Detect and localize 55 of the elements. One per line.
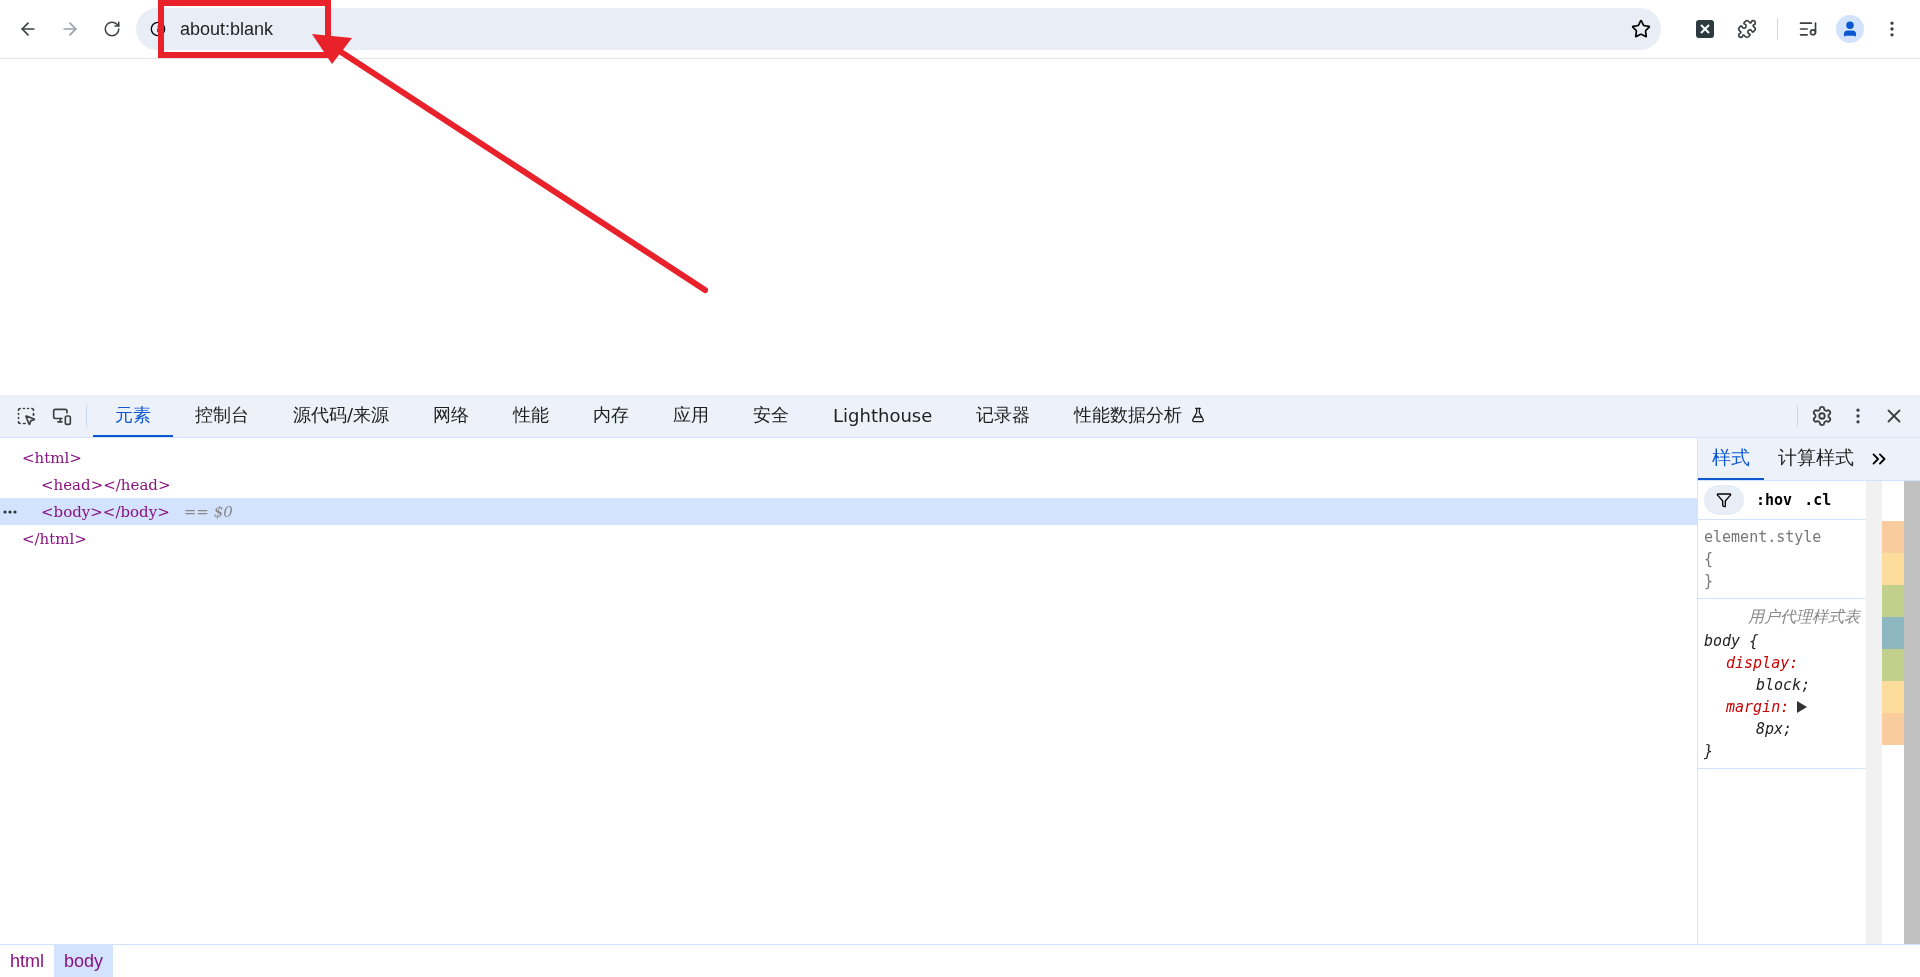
tree-row[interactable]: <head></head> xyxy=(0,471,1697,498)
breadcrumb[interactable]: body xyxy=(54,945,114,977)
devtools-tab[interactable]: 性能数据分析 xyxy=(1052,395,1229,437)
css-value: 8px; xyxy=(1755,720,1794,738)
puzzle-icon[interactable] xyxy=(1737,19,1757,39)
css-property: margin: xyxy=(1704,698,1860,716)
filter-icon xyxy=(1716,492,1732,508)
devtools-tab[interactable]: 内存 xyxy=(571,395,652,437)
selected-marker: == $0 xyxy=(183,502,233,521)
scrollbar[interactable] xyxy=(1904,481,1920,944)
html-tag: <body></body> xyxy=(41,502,170,521)
media-icon[interactable] xyxy=(1798,19,1818,39)
flask-icon xyxy=(1190,407,1207,423)
extension-icon[interactable] xyxy=(1696,20,1714,38)
profile-avatar[interactable] xyxy=(1836,15,1864,43)
css-property: display: xyxy=(1725,654,1800,672)
rule-selector: element.style xyxy=(1704,528,1823,546)
styles-tab[interactable]: 样式 xyxy=(1698,438,1764,480)
rule-selector: body { xyxy=(1704,632,1760,650)
info-icon[interactable] xyxy=(150,21,166,37)
rule-origin: 用户代理样式表 xyxy=(1748,607,1860,628)
reload-icon[interactable] xyxy=(103,20,121,38)
filter-field[interactable] xyxy=(1704,485,1744,515)
devtools-tab[interactable]: 应用 xyxy=(651,395,732,437)
html-tag: <html> xyxy=(22,448,82,467)
devtools-tab[interactable]: 控制台 xyxy=(173,395,271,437)
devtools-tab[interactable]: 网络 xyxy=(411,395,492,437)
more-icon[interactable] xyxy=(3,509,17,514)
device-toolbar-icon[interactable] xyxy=(52,406,72,426)
settings-icon[interactable] xyxy=(1811,405,1833,427)
brace: } xyxy=(1704,572,1715,590)
html-tag: <head></head> xyxy=(41,475,171,494)
person-icon xyxy=(1841,20,1859,38)
filter-toggle[interactable]: .cl xyxy=(1804,491,1832,509)
url-text: about:blank xyxy=(180,18,274,40)
scrollbar[interactable] xyxy=(1866,481,1882,944)
html-tag: </html> xyxy=(22,529,87,548)
styles-tab[interactable]: 计算样式 xyxy=(1764,438,1868,480)
devtools-tab[interactable]: Lighthouse xyxy=(811,395,955,437)
brace: } xyxy=(1704,742,1715,760)
devtools-tab[interactable]: 性能 xyxy=(491,395,572,437)
devtools-tab[interactable]: 安全 xyxy=(731,395,812,437)
address-field[interactable]: about:blank xyxy=(136,8,1661,50)
devtools-tab[interactable]: 记录器 xyxy=(954,395,1053,437)
devtools-tab[interactable]: 元素 xyxy=(93,395,173,437)
breadcrumb[interactable]: html xyxy=(0,945,54,977)
brace: { xyxy=(1704,550,1715,568)
star-icon[interactable] xyxy=(1631,19,1651,39)
css-value: block; xyxy=(1755,676,1812,694)
expand-icon[interactable] xyxy=(1797,701,1808,713)
tree-row[interactable]: <body></body> == $0 xyxy=(0,498,1697,525)
devtools-tab[interactable]: 源代码/来源 xyxy=(271,395,412,437)
tree-row[interactable]: <html> xyxy=(0,444,1697,471)
inspect-icon[interactable] xyxy=(16,406,36,426)
filter-toggle[interactable]: :hov xyxy=(1756,491,1793,509)
